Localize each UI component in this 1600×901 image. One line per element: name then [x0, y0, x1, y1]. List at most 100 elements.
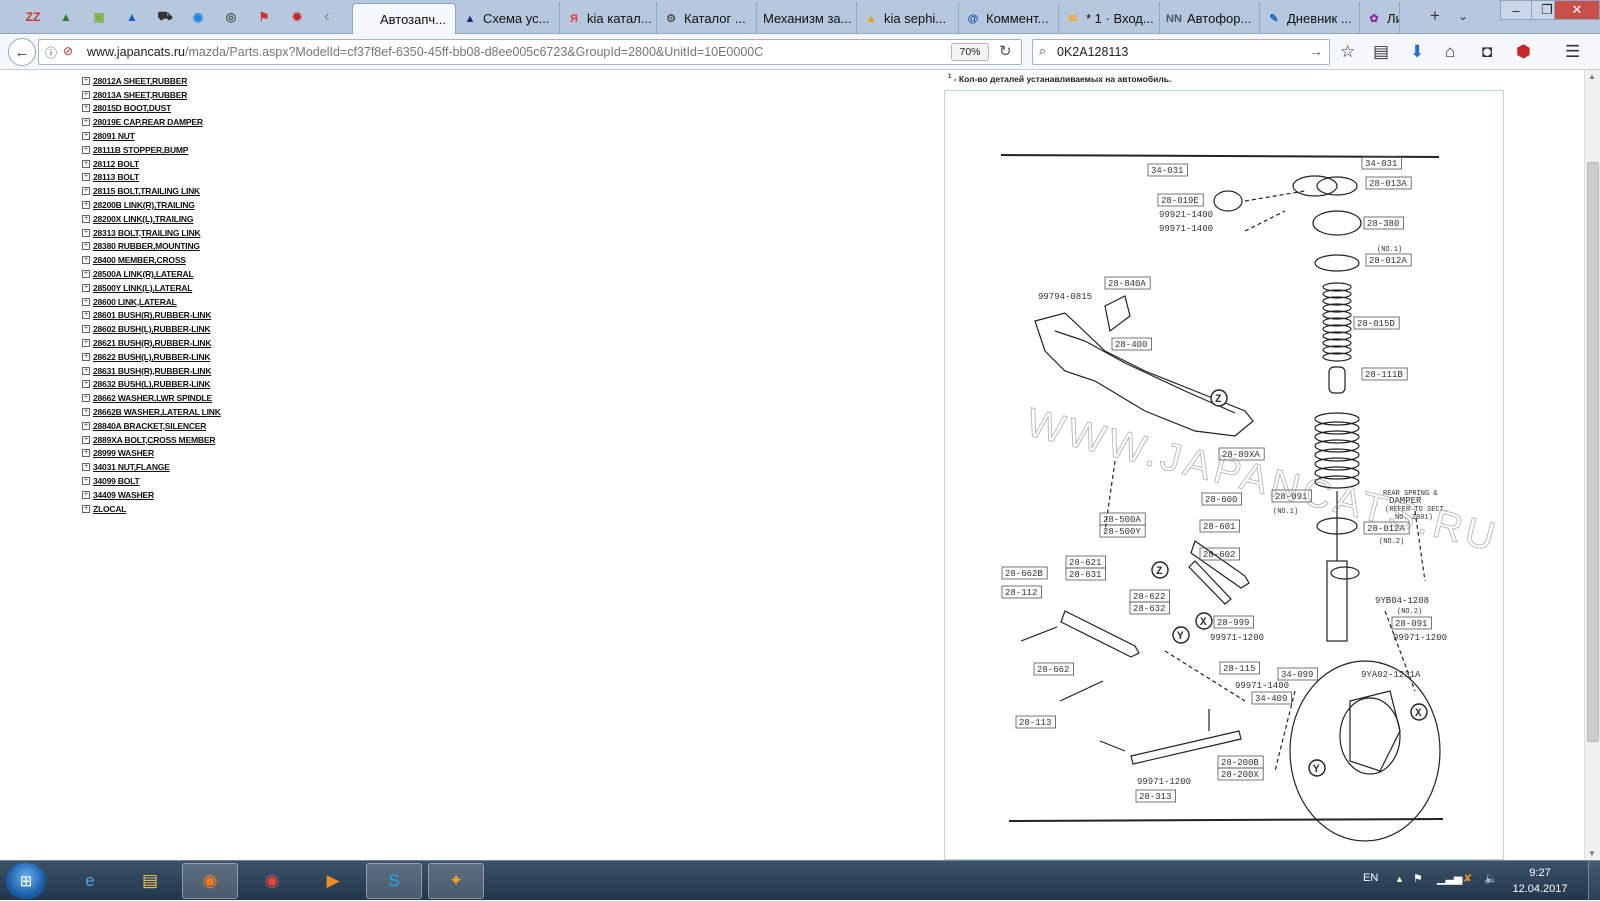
part-link[interactable]: 28112 BOLT: [93, 159, 139, 169]
browser-tab[interactable]: ▲ kia sephi...: [857, 3, 959, 34]
clock[interactable]: 9:27 12.04.2017: [1500, 865, 1580, 897]
scroll-thumb[interactable]: [1587, 162, 1599, 742]
part-link[interactable]: 28600 LINK,LATERAL: [93, 297, 177, 307]
reload-icon[interactable]: ↻: [999, 42, 1012, 60]
search-go-icon[interactable]: →: [1309, 43, 1323, 59]
part-link[interactable]: 28019E CAP,REAR DAMPER: [93, 117, 203, 127]
expand-icon[interactable]: +: [82, 352, 90, 361]
pinned-tab[interactable]: ▲: [119, 5, 145, 29]
browser-tab[interactable]: ✉ * 1 · Вход...: [1059, 3, 1160, 34]
part-link[interactable]: 28602 BUSH(L),RUBBER-LINK: [93, 324, 211, 334]
show-desktop-button[interactable]: [1588, 861, 1600, 901]
pinned-tab[interactable]: ▣: [86, 5, 112, 29]
expand-icon[interactable]: +: [82, 477, 90, 485]
expand-icon[interactable]: +: [82, 297, 90, 306]
taskbar-app[interactable]: ▤: [122, 863, 178, 899]
start-button[interactable]: ⊞: [6, 863, 46, 899]
pocket-icon[interactable]: ◘: [1482, 42, 1492, 62]
expand-icon[interactable]: +: [82, 201, 90, 210]
part-link[interactable]: 28662 WASHER,LWR SPINDLE: [93, 393, 212, 403]
pinned-tab[interactable]: ◉: [185, 5, 211, 29]
part-link[interactable]: 28601 BUSH(R),RUBBER-LINK: [93, 310, 211, 320]
minimize-icon[interactable]: –: [1500, 0, 1532, 20]
expand-icon[interactable]: +: [82, 421, 90, 430]
taskbar-app[interactable]: ◉: [244, 863, 300, 899]
expand-icon[interactable]: +: [82, 159, 90, 168]
menu-icon[interactable]: ☰: [1565, 42, 1580, 62]
adblock-icon[interactable]: ⬢: [1516, 42, 1531, 62]
downloads-icon[interactable]: ⬇: [1410, 42, 1424, 62]
zoom-level[interactable]: 70%: [951, 43, 989, 61]
pinned-tab[interactable]: ◎: [218, 5, 244, 29]
part-link[interactable]: 28622 BUSH(L),RUBBER-LINK: [93, 352, 211, 362]
taskbar-app[interactable]: e: [62, 863, 118, 899]
expand-icon[interactable]: +: [82, 242, 90, 251]
part-link[interactable]: 28200X LINK(L),TRAILING: [93, 214, 193, 224]
expand-icon[interactable]: +: [82, 449, 90, 458]
back-button[interactable]: ←: [8, 38, 36, 66]
expand-icon[interactable]: +: [82, 408, 90, 417]
part-link[interactable]: 28631 BUSH(R),RUBBER-LINK: [93, 366, 211, 376]
browser-tab[interactable]: Яkia катал...: [560, 3, 657, 34]
part-link[interactable]: 28400 MEMBER,CROSS: [93, 255, 186, 265]
expand-icon[interactable]: +: [82, 118, 90, 127]
part-link[interactable]: 28500Y LINK(L),LATERAL: [93, 283, 192, 293]
part-link[interactable]: 28632 BUSH(L),RUBBER-LINK: [93, 379, 211, 389]
new-tab-icon[interactable]: +: [1430, 6, 1440, 26]
browser-tab[interactable]: NN Автофор...: [1160, 3, 1260, 34]
part-link[interactable]: 28999 WASHER: [93, 448, 154, 458]
taskbar-app[interactable]: ◉: [182, 863, 238, 899]
expand-icon[interactable]: +: [82, 173, 90, 182]
blocked-content-icon[interactable]: ⊘: [63, 44, 73, 58]
expand-icon[interactable]: +: [82, 145, 90, 154]
expand-icon[interactable]: +: [82, 283, 90, 292]
address-bar[interactable]: ⓘ ⊘ www.japancats.ru/mazda/Parts.aspx?Mo…: [38, 39, 1022, 65]
part-link[interactable]: 28200B LINK(R),TRAILING: [93, 200, 195, 210]
expand-icon[interactable]: +: [82, 311, 90, 320]
scroll-up-icon[interactable]: ▲: [1588, 72, 1596, 81]
volume-icon[interactable]: 🔈: [1484, 872, 1498, 885]
scroll-down-icon[interactable]: ▼: [1588, 849, 1596, 858]
part-link[interactable]: 28380 RUBBER,MOUNTING: [93, 241, 200, 251]
browser-tab[interactable]: ✿ Ли: [1360, 3, 1400, 34]
expand-icon[interactable]: +: [82, 325, 90, 334]
browser-tab[interactable]: Автозапч...✕: [352, 3, 456, 34]
part-link[interactable]: 28313 BOLT,TRAILING LINK: [93, 228, 201, 238]
expand-icon[interactable]: +: [82, 214, 90, 223]
expand-icon[interactable]: +: [82, 339, 90, 348]
expand-icon[interactable]: +: [82, 104, 90, 113]
browser-tab[interactable]: @ Коммент...: [959, 3, 1059, 34]
url-text[interactable]: www.japancats.ru/mazda/Parts.aspx?ModelI…: [87, 45, 763, 59]
expand-icon[interactable]: +: [82, 76, 90, 85]
expand-icon[interactable]: +: [82, 435, 90, 444]
expand-icon[interactable]: +: [82, 490, 90, 499]
browser-tab[interactable]: ✎ Дневник ...: [1260, 3, 1360, 34]
home-icon[interactable]: ⌂: [1445, 42, 1455, 62]
expand-icon[interactable]: +: [82, 504, 90, 513]
part-link[interactable]: 28013A SHEET,RUBBER: [93, 90, 187, 100]
pinned-tab[interactable]: ZZ: [20, 5, 46, 29]
part-link[interactable]: 28621 BUSH(R),RUBBER-LINK: [93, 338, 211, 348]
expand-icon[interactable]: +: [82, 394, 90, 403]
expand-icon[interactable]: +: [82, 228, 90, 237]
part-link[interactable]: 28840A BRACKET,SILENCER: [93, 421, 206, 431]
close-window-icon[interactable]: ✕: [1554, 0, 1600, 20]
expand-icon[interactable]: +: [82, 187, 90, 196]
expand-icon[interactable]: +: [82, 132, 90, 141]
browser-tab[interactable]: Механизм за...: [757, 3, 857, 34]
pinned-tab[interactable]: ⚑: [251, 5, 277, 29]
part-link[interactable]: 34409 WASHER: [93, 490, 154, 500]
action-center-flag-icon[interactable]: ⚑: [1413, 872, 1423, 885]
vertical-scrollbar[interactable]: ▲ ▼: [1584, 70, 1600, 860]
part-link[interactable]: 28662B WASHER,LATERAL LINK: [93, 407, 221, 417]
expand-icon[interactable]: +: [82, 380, 90, 389]
network-signal-icon[interactable]: ▁▃▅: [1437, 872, 1462, 885]
tab-list-icon[interactable]: ⌄: [1458, 9, 1468, 23]
tab-scroll-left-icon[interactable]: ‹: [324, 6, 330, 26]
search-box[interactable]: ⌕ 0K2A128113 →: [1032, 39, 1330, 65]
part-link[interactable]: 28500A LINK(R),LATERAL: [93, 269, 194, 279]
expand-icon[interactable]: +: [82, 256, 90, 265]
show-hidden-icons-icon[interactable]: ▲: [1395, 874, 1404, 884]
part-link[interactable]: 28091 NUT: [93, 131, 135, 141]
taskbar-app[interactable]: ▶: [305, 863, 361, 899]
